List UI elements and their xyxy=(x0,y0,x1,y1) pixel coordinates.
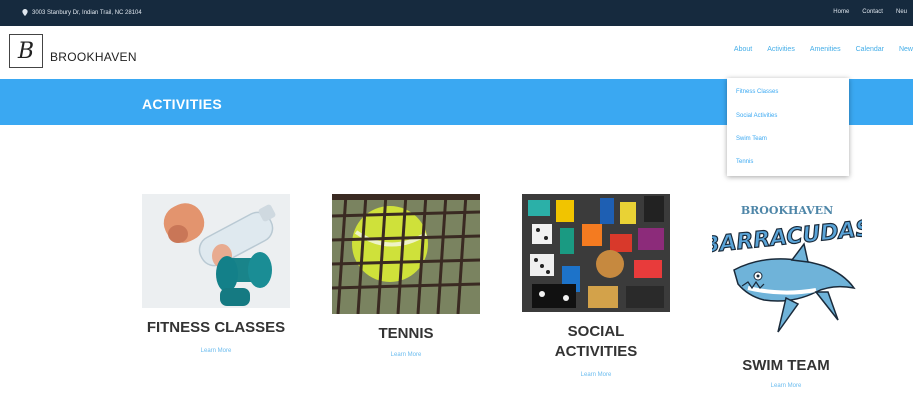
dropdown-item-fitness-classes[interactable]: Fitness Classes xyxy=(736,89,778,95)
barracudas-logo: BROOKHAVEN BARRACUDAS xyxy=(712,204,862,333)
main-nav: About Activities Amenities Calendar New xyxy=(734,46,913,53)
logo-main-text: BARRACUDAS xyxy=(712,216,862,259)
address-text: 3003 Stanbury Dr, Indian Trail, NC 28104 xyxy=(32,9,142,16)
social-activities-title[interactable]: SOCIAL ACTIVITIES xyxy=(520,322,672,362)
swim-team-learn-more[interactable]: Learn More xyxy=(710,383,862,389)
activities-dropdown: Fitness Classes Social Activities Swim T… xyxy=(727,78,849,176)
fitness-photo xyxy=(142,194,290,308)
site-logo[interactable]: B xyxy=(9,34,43,68)
top-bar: 3003 Stanbury Dr, Indian Trail, NC 28104… xyxy=(0,0,913,26)
logo-top-text: BROOKHAVEN xyxy=(741,204,833,217)
fitness-classes-title[interactable]: FITNESS CLASSES xyxy=(140,318,292,338)
top-links: Home Contact Neu xyxy=(833,9,907,15)
location-pin-icon xyxy=(22,9,28,16)
tennis-learn-more[interactable]: Learn More xyxy=(330,352,482,358)
fitness-classes-image[interactable] xyxy=(142,194,290,308)
dropdown-item-swim-team[interactable]: Swim Team xyxy=(736,136,767,142)
tennis-image[interactable] xyxy=(332,194,480,314)
swim-team-image[interactable]: BROOKHAVEN BARRACUDAS xyxy=(712,192,862,350)
tennis-photo xyxy=(332,194,480,314)
social-title-line-2: ACTIVITIES xyxy=(554,343,638,360)
social-activities-learn-more[interactable]: Learn More xyxy=(520,372,672,378)
fitness-classes-learn-more[interactable]: Learn More xyxy=(140,348,292,354)
top-link-home[interactable]: Home xyxy=(833,9,849,15)
social-activities-image[interactable] xyxy=(522,194,670,312)
nav-activities[interactable]: Activities xyxy=(767,46,795,53)
swim-team-title[interactable]: SWIM TEAM xyxy=(710,356,862,376)
top-link-new[interactable]: Neu xyxy=(896,9,907,15)
brand-name[interactable]: BROOKHAVEN xyxy=(50,50,137,64)
nav-amenities[interactable]: Amenities xyxy=(810,46,841,53)
logo-letter: B xyxy=(17,38,35,64)
dropdown-item-social-activities[interactable]: Social Activities xyxy=(736,113,777,119)
top-link-contact[interactable]: Contact xyxy=(862,9,883,15)
nav-calendar[interactable]: Calendar xyxy=(856,46,884,53)
tennis-title[interactable]: TENNIS xyxy=(330,324,482,344)
social-title-line-1: SOCIAL xyxy=(567,323,625,340)
social-games-photo xyxy=(522,194,670,312)
dropdown-item-tennis[interactable]: Tennis xyxy=(736,159,753,165)
address-block: 3003 Stanbury Dr, Indian Trail, NC 28104 xyxy=(22,9,142,16)
nav-about[interactable]: About xyxy=(734,46,752,53)
nav-new[interactable]: New xyxy=(899,46,913,53)
page-title: ACTIVITIES xyxy=(142,96,223,112)
